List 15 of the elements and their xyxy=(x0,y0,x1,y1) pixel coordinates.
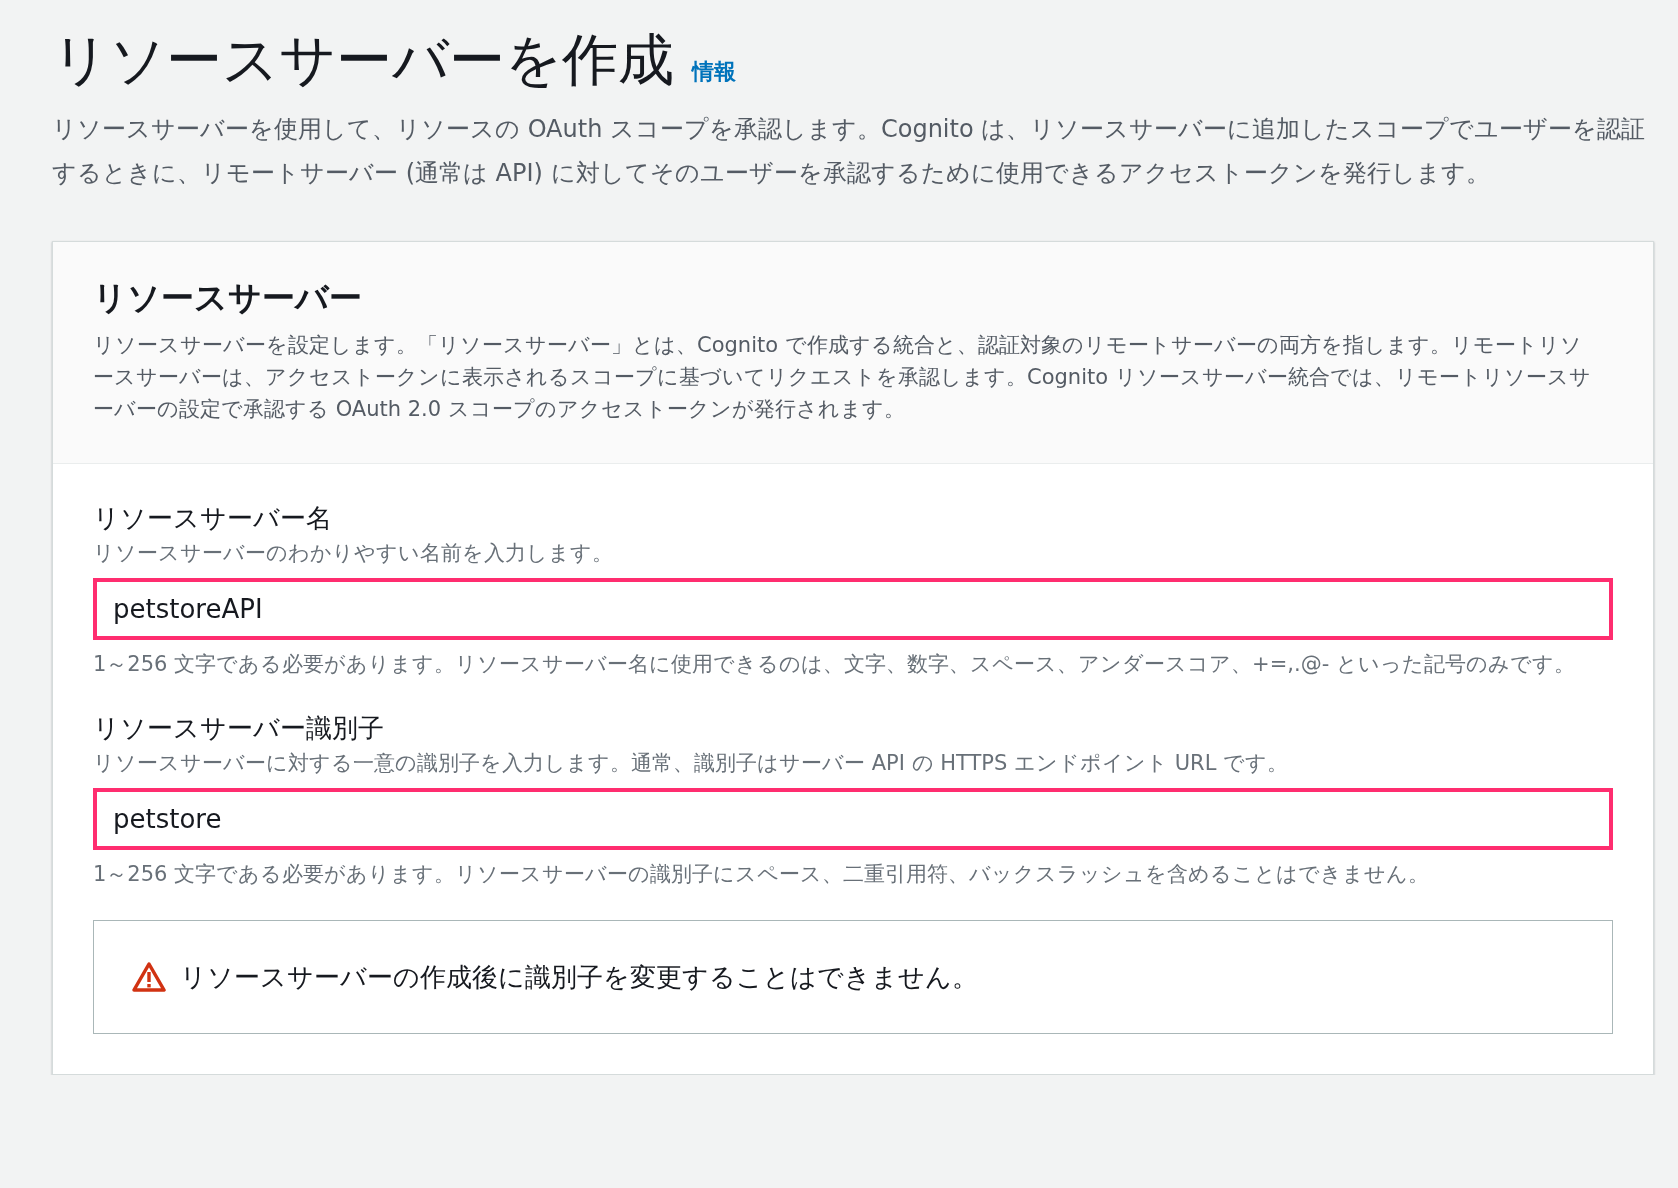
field-hint: リソースサーバーのわかりやすい名前を入力します。 xyxy=(93,540,614,568)
warning-icon xyxy=(132,961,166,994)
field-constraint: 1～256 文字である必要があります。リソースサーバーの識別子にスペース、二重引用符、バックスラッシュを含めることはできません。 xyxy=(93,861,1431,889)
field-label: リソースサーバー識別子 xyxy=(93,712,385,746)
info-link[interactable]: 情報 xyxy=(692,57,736,87)
field-label: リソースサーバー名 xyxy=(93,502,333,536)
page-description: リソースサーバーを使用して、リソースの OAuth スコープを承認します。Cognito は、リソースサーバーに追加したスコープでユーザーを認証するときに、リモートサーバー (通常は API) に対してそのユーザーを承認するために使用できるアクセストークンを発行します。 xyxy=(52,114,1647,190)
page-title: リソースサーバーを作成 xyxy=(52,26,674,94)
alert-text: リソースサーバーの作成後に識別子を変更することはできません。 xyxy=(180,960,978,994)
field-hint: リソースサーバーに対する一意の識別子を入力します。通常、識別子はサーバー API の HTTPS エンドポイント URL です。 xyxy=(93,750,1289,778)
text-input[interactable]: petstoreAPI xyxy=(93,578,1613,641)
panel-description: リソースサーバーを設定します。「リソースサーバー」とは、Cognito で作成する統合と、認証対象のリモートサーバーの両方を指します。リモートリソースサーバーは、アクセストークンに表示されるスコープに基づいてリクエストを承認します。Cognito リソースサーバー統合では、リモートリソースサーバーの設定で承認する OAuth 2.0 スコープのアクセストークンが発行されます。 xyxy=(93,332,1592,424)
field-constraint: 1～256 文字である必要があります。リソースサーバー名に使用できるのは、文字、数字、スペース、アンダースコア、+=,.@- といった記号のみです。 xyxy=(93,651,1576,679)
text-input[interactable]: petstore xyxy=(93,788,1613,851)
panel-title: リソースサーバー xyxy=(93,277,363,320)
